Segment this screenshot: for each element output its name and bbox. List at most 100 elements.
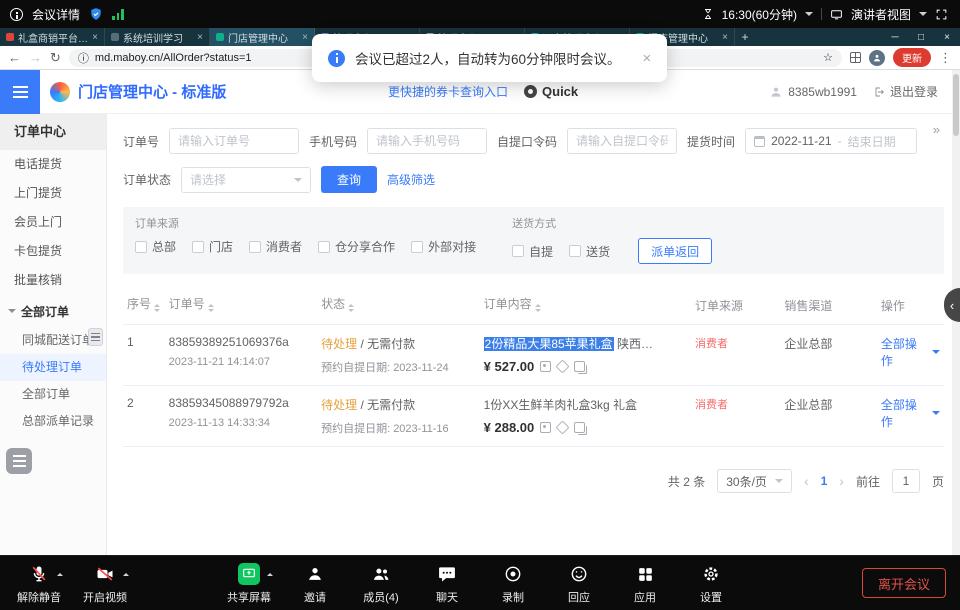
sidebar-sub-all-orders[interactable]: 全部订单 bbox=[0, 381, 106, 408]
header-status[interactable]: 状态 bbox=[317, 286, 480, 325]
sort-icon[interactable] bbox=[535, 301, 541, 315]
tab-close-icon[interactable]: × bbox=[722, 32, 728, 43]
toast-close-icon[interactable]: × bbox=[643, 50, 652, 67]
view-mode-dropdown-icon[interactable] bbox=[919, 12, 927, 20]
tag-icon[interactable] bbox=[556, 359, 570, 373]
members-button[interactable]: 成员(4) bbox=[356, 563, 406, 610]
share-screen-button[interactable]: 共享屏幕 bbox=[224, 563, 274, 610]
record-button[interactable]: 录制 bbox=[488, 563, 538, 610]
float-menu-button[interactable] bbox=[6, 448, 32, 474]
leave-meeting-button[interactable]: 离开会议 bbox=[862, 568, 946, 598]
order-no-input[interactable] bbox=[169, 128, 299, 154]
sidebar-group-all-orders[interactable]: 全部订单 bbox=[0, 295, 106, 327]
new-tab-button[interactable]: + bbox=[735, 28, 755, 46]
copy-icon[interactable] bbox=[574, 361, 585, 372]
header-seq[interactable]: 序号 bbox=[123, 286, 165, 325]
chat-button[interactable]: 聊天 bbox=[422, 563, 472, 610]
checkbox-icon[interactable] bbox=[318, 241, 330, 253]
tab-close-icon[interactable]: × bbox=[197, 32, 203, 43]
window-maximize-icon[interactable]: □ bbox=[908, 28, 934, 46]
all-actions-dropdown[interactable]: 全部操作 bbox=[881, 335, 940, 369]
browser-tab[interactable]: 礼盒商销平台管理中心 × bbox=[0, 28, 105, 46]
browser-tab-active[interactable]: 门店管理中心 × bbox=[210, 28, 315, 46]
checkbox-icon[interactable] bbox=[411, 241, 423, 253]
quick-entry[interactable]: Quick bbox=[524, 84, 578, 99]
header-content[interactable]: 订单内容 bbox=[480, 286, 691, 325]
checkbox-icon[interactable] bbox=[569, 245, 581, 257]
checkbox-warehouse-coop[interactable]: 仓分享合作 bbox=[318, 238, 395, 255]
site-info-icon[interactable]: ⓘ bbox=[78, 50, 89, 66]
all-actions-dropdown[interactable]: 全部操作 bbox=[881, 396, 940, 430]
checkbox-icon[interactable] bbox=[249, 241, 261, 253]
bookmark-star-icon[interactable]: ☆ bbox=[823, 51, 833, 64]
advanced-filter-link[interactable]: 高级筛选 bbox=[387, 171, 435, 188]
phone-input[interactable] bbox=[367, 128, 487, 154]
browser-tab[interactable]: 系统培训学习 × bbox=[105, 28, 210, 46]
sort-icon[interactable] bbox=[154, 301, 160, 315]
logout-button[interactable]: 退出登录 bbox=[873, 83, 938, 100]
sidebar-drag-icon[interactable] bbox=[88, 328, 103, 346]
date-range-picker[interactable]: 2022-11-21 - 结束日期 bbox=[745, 128, 917, 154]
user-menu[interactable]: 8385wb1991 bbox=[769, 85, 857, 99]
reaction-button[interactable]: 回应 bbox=[554, 563, 604, 610]
tag-icon[interactable] bbox=[556, 420, 570, 434]
sidebar-item-batch-verify[interactable]: 批量核销 bbox=[0, 266, 106, 295]
start-video-button[interactable]: 开启视频 bbox=[80, 563, 130, 605]
coupon-query-link[interactable]: 更快捷的券卡查询入口 bbox=[388, 83, 508, 100]
sidebar-item-phone-pickup[interactable]: 电话提货 bbox=[0, 150, 106, 179]
product-image-icon[interactable] bbox=[540, 361, 551, 372]
sort-icon[interactable] bbox=[348, 301, 354, 315]
forward-icon[interactable]: → bbox=[29, 51, 42, 64]
view-mode-label[interactable]: 演讲者视图 bbox=[851, 6, 911, 23]
menu-toggle-button[interactable] bbox=[0, 70, 40, 114]
prev-page-button[interactable]: ‹ bbox=[804, 473, 809, 489]
window-close-icon[interactable]: × bbox=[934, 28, 960, 46]
checkbox-icon[interactable] bbox=[512, 245, 524, 257]
checkbox-store[interactable]: 门店 bbox=[192, 238, 233, 255]
checkbox-delivery[interactable]: 送货 bbox=[569, 243, 610, 260]
query-button[interactable]: 查询 bbox=[321, 166, 377, 193]
reload-icon[interactable]: ↻ bbox=[50, 51, 61, 64]
settings-button[interactable]: 设置 bbox=[686, 563, 736, 610]
chevron-up-icon[interactable] bbox=[267, 570, 273, 576]
sort-icon[interactable] bbox=[208, 301, 214, 315]
timer-dropdown-icon[interactable] bbox=[805, 12, 813, 20]
window-minimize-icon[interactable]: ─ bbox=[882, 28, 908, 46]
next-page-button[interactable]: › bbox=[839, 473, 844, 489]
collapse-panel-icon[interactable]: » bbox=[933, 122, 940, 137]
sidebar-item-door-pickup[interactable]: 上门提货 bbox=[0, 179, 106, 208]
apps-button[interactable]: 应用 bbox=[620, 563, 670, 610]
header-order-no[interactable]: 订单号 bbox=[165, 286, 317, 325]
tab-close-icon[interactable]: × bbox=[302, 32, 308, 43]
sidebar-item-card-pickup[interactable]: 卡包提货 bbox=[0, 237, 106, 266]
sidebar-sub-hq-dispatch-records[interactable]: 总部派单记录 bbox=[0, 408, 106, 435]
checkbox-hq[interactable]: 总部 bbox=[135, 238, 176, 255]
page-size-select[interactable]: 30条/页 bbox=[717, 469, 792, 493]
meeting-timer[interactable]: 16:30(60分钟) bbox=[722, 6, 797, 23]
chevron-up-icon[interactable] bbox=[123, 570, 129, 576]
copy-icon[interactable] bbox=[574, 422, 585, 433]
dispatch-return-button[interactable]: 派单返回 bbox=[638, 238, 712, 264]
browser-menu-icon[interactable]: ⋮ bbox=[939, 51, 952, 64]
goto-page-input[interactable] bbox=[892, 469, 920, 493]
checkbox-consumer[interactable]: 消费者 bbox=[249, 238, 302, 255]
pickup-code-input[interactable] bbox=[567, 128, 677, 154]
sidebar-item-member-visit[interactable]: 会员上门 bbox=[0, 208, 106, 237]
extensions-icon[interactable] bbox=[850, 52, 861, 63]
fullscreen-icon[interactable] bbox=[935, 8, 948, 21]
order-status-select[interactable]: 请选择 bbox=[181, 167, 311, 193]
unmute-button[interactable]: 解除静音 bbox=[14, 563, 64, 605]
checkbox-self-pickup[interactable]: 自提 bbox=[512, 243, 553, 260]
checkbox-external[interactable]: 外部对接 bbox=[411, 238, 476, 255]
meeting-details-label[interactable]: 会议详情 bbox=[32, 6, 80, 23]
chevron-up-icon[interactable] bbox=[57, 570, 63, 576]
scrollbar-thumb[interactable] bbox=[953, 74, 959, 136]
meeting-info-icon[interactable] bbox=[10, 8, 23, 21]
tab-close-icon[interactable]: × bbox=[92, 32, 98, 43]
checkbox-icon[interactable] bbox=[192, 241, 204, 253]
browser-profile-avatar[interactable] bbox=[869, 50, 885, 66]
back-icon[interactable]: ← bbox=[8, 51, 21, 64]
sidebar-sub-pending-orders[interactable]: 待处理订单 bbox=[0, 354, 106, 381]
checkbox-icon[interactable] bbox=[135, 241, 147, 253]
product-image-icon[interactable] bbox=[540, 422, 551, 433]
